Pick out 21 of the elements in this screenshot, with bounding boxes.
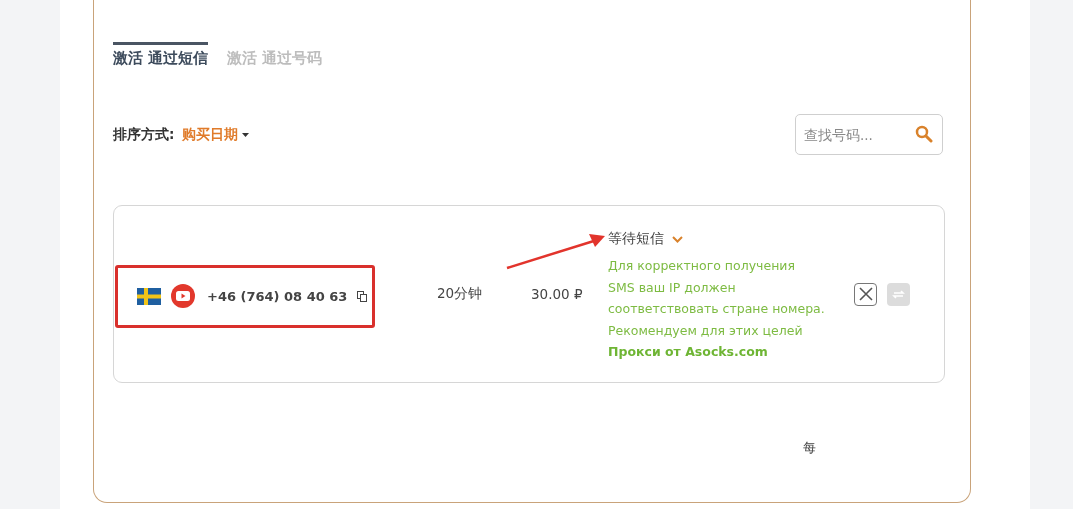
proxy-link[interactable]: Прокси от Asocks.com <box>608 344 768 359</box>
tab[interactable]: 激活 通过号码 <box>227 42 323 73</box>
close-icon <box>858 287 873 301</box>
sort-label: 排序方式: <box>113 125 175 144</box>
video-play-icon <box>171 284 195 308</box>
refresh-icon <box>892 288 905 300</box>
status-dropdown[interactable]: 等待短信 <box>608 230 683 248</box>
proxy-notice: Для корректного получения SMS ваш IP должен соответствовать стране номера. Рекомендуем для этих целей <box>608 257 826 340</box>
search-icon <box>915 125 933 143</box>
price: 30.00 ₽ <box>531 286 584 302</box>
phone-number: +46 (764) 08 40 63 <box>207 288 348 304</box>
duration: 20分钟 <box>437 285 484 303</box>
search-field[interactable]: 查找号码... <box>795 114 943 155</box>
copy-icon[interactable] <box>357 290 368 302</box>
chevron-down-icon <box>672 235 683 243</box>
cancel-button[interactable] <box>854 282 877 306</box>
sort-dropdown[interactable]: 购买日期 <box>182 125 250 144</box>
tab[interactable]: 激活 通过短信 <box>113 42 209 73</box>
sweden-flag-icon <box>137 287 161 305</box>
caret-icon <box>242 132 250 137</box>
footer-text: 每 <box>803 440 816 455</box>
